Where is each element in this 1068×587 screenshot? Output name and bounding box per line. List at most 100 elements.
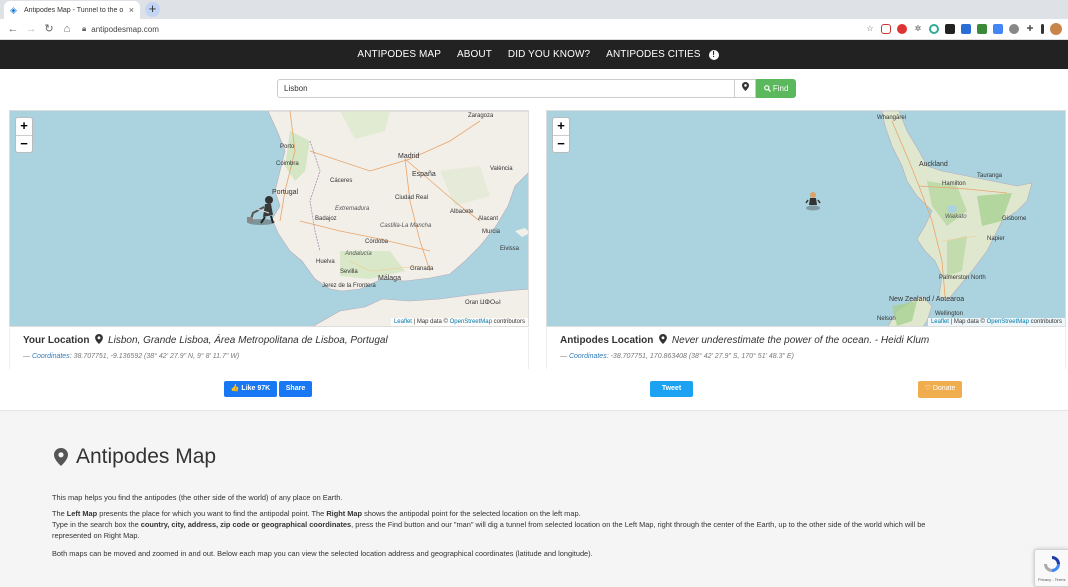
nav-did-you-know[interactable]: DID YOU KNOW? xyxy=(500,49,598,60)
map-label-oran: Oran ⵡⵀⵔⴰⵏ xyxy=(465,300,501,306)
location-search-input[interactable] xyxy=(277,79,735,98)
extension-bar-icon[interactable] xyxy=(1041,24,1044,34)
description-p1: This map helps you find the antipodes (t… xyxy=(52,493,343,502)
nav-antipodes-cities[interactable]: ANTIPODES CITIES xyxy=(598,49,708,60)
profile-avatar[interactable] xyxy=(1050,23,1062,35)
facebook-like-button[interactable]: 👍 Like 97K xyxy=(224,381,277,397)
osm-link[interactable]: OpenStreetMap xyxy=(987,319,1029,325)
map-label-caceres: Cáceres xyxy=(330,178,353,184)
extension-blue-icon[interactable] xyxy=(961,24,971,34)
your-location-line: Your Location Lisbon, Grande Lisboa, Áre… xyxy=(23,334,388,346)
map-label-sevilla: Sevilla xyxy=(340,269,358,275)
extension-translate-icon[interactable] xyxy=(993,24,1003,34)
locate-me-button[interactable] xyxy=(735,79,756,98)
p2-text-e: shows the antipodal point for the select… xyxy=(362,509,581,518)
map-label-auckland: Auckland xyxy=(919,161,948,168)
antipodes-coordinates-link[interactable]: Coordinates xyxy=(569,353,607,360)
extensions-puzzle-icon[interactable]: ✚ xyxy=(1025,24,1035,34)
extension-circle-icon[interactable] xyxy=(929,24,939,34)
map-label-ibiza: Eivissa xyxy=(500,246,520,252)
map-label-castilla: Castilla-La Mancha xyxy=(380,223,432,229)
left-map[interactable]: + − Zaragoza Porto Coimbra Portugal Madr… xyxy=(9,110,529,327)
map-label-extremadura: Extremadura xyxy=(335,206,370,212)
p3-text-a: Type in the search box the xyxy=(52,520,141,529)
adblock-icon[interactable] xyxy=(897,24,907,34)
description-title-text: Antipodes Map xyxy=(76,445,217,468)
address-bar[interactable]: 🔒︎ antipodesmap.com xyxy=(82,21,865,37)
attribution-tail: contributors xyxy=(491,319,525,325)
tab-close-icon[interactable]: × xyxy=(129,5,134,15)
nav-info-icon[interactable]: ! xyxy=(708,49,719,60)
find-label: Find xyxy=(772,84,789,93)
left-map-zoom-control: + − xyxy=(15,117,33,153)
map-label-wellington: Wellington xyxy=(935,311,963,317)
right-map-attribution: Leaflet | Map data © OpenStreetMap contr… xyxy=(927,318,1065,326)
map-label-espana: España xyxy=(412,171,436,178)
antipodes-location-line: Antipodes Location Never underestimate t… xyxy=(560,334,929,346)
site-favicon-icon: ◈ xyxy=(10,5,17,15)
tab-title: Antipodes Map - Tunnel to the o xyxy=(24,6,124,14)
right-zoom-in-button[interactable]: + xyxy=(553,118,569,135)
emerging-man-marker-icon[interactable] xyxy=(805,191,821,211)
right-zoom-out-button[interactable]: − xyxy=(553,135,569,152)
leaflet-link[interactable]: Leaflet xyxy=(394,319,412,325)
tweet-button[interactable]: Tweet xyxy=(650,381,693,397)
coords-dash: — xyxy=(23,353,32,360)
extension-sheet-icon[interactable] xyxy=(977,24,987,34)
nav-about[interactable]: ABOUT xyxy=(449,49,500,60)
extension-square-icon[interactable] xyxy=(945,24,955,34)
site-navbar: ANTIPODES MAP ABOUT DID YOU KNOW? ANTIPO… xyxy=(0,40,1068,69)
extension-gear-icon[interactable]: ✲ xyxy=(913,24,923,34)
antipodes-location-heading: Antipodes Location xyxy=(560,335,654,346)
url-text: antipodesmap.com xyxy=(91,24,159,34)
map-label-hamilton: Hamilton xyxy=(942,181,966,187)
map-label-valencia: València xyxy=(490,166,513,172)
forward-icon[interactable]: → xyxy=(24,22,38,36)
new-zealand-map-tiles xyxy=(547,111,1065,326)
digging-man-marker-icon[interactable] xyxy=(243,195,279,225)
map-label-whangarei: Whangārei xyxy=(877,115,907,121)
description-p3: Type in the search box the country, city… xyxy=(52,519,925,530)
description-title: Antipodes Map xyxy=(54,445,216,469)
nav-antipodes-map[interactable]: ANTIPODES MAP xyxy=(349,49,449,60)
map-marker-icon xyxy=(54,448,68,466)
lock-icon: 🔒︎ xyxy=(82,24,87,33)
your-coordinates-line: — Coordinates: 38.707751, -9.136592 (38°… xyxy=(23,353,239,360)
coords-dash: — xyxy=(560,353,569,360)
leaflet-link[interactable]: Leaflet xyxy=(931,319,949,325)
right-map[interactable]: + − Whangārei Auckland Hamilton Tauranga… xyxy=(546,110,1066,327)
your-coordinates-link[interactable]: Coordinates xyxy=(32,353,70,360)
browser-tab-bar: ◈ Antipodes Map - Tunnel to the o × + xyxy=(0,0,1068,19)
left-zoom-in-button[interactable]: + xyxy=(16,118,32,135)
left-zoom-out-button[interactable]: − xyxy=(16,135,32,152)
extensions-area: ☆ ✲ ✚ xyxy=(865,23,1062,35)
find-button[interactable]: Find xyxy=(756,79,796,98)
browser-toolbar: ← → ↻ ⌂ 🔒︎ antipodesmap.com ☆ ✲ ✚ xyxy=(0,19,1068,40)
new-tab-button[interactable]: + xyxy=(145,2,160,17)
p3-text-c: , press the Find button and our "man" wi… xyxy=(351,520,926,529)
map-label-coimbra: Coimbra xyxy=(276,161,299,167)
bookmark-star-icon[interactable]: ☆ xyxy=(865,24,875,34)
attribution-tail: contributors xyxy=(1028,319,1062,325)
pocket-icon[interactable] xyxy=(881,24,891,34)
antipodes-location-quote: Never underestimate the power of the oce… xyxy=(671,335,930,346)
facebook-share-button[interactable]: Share xyxy=(279,381,312,397)
antipodes-location-panel: Antipodes Location Never underestimate t… xyxy=(546,328,1066,369)
browser-tab[interactable]: ◈ Antipodes Map - Tunnel to the o × xyxy=(4,1,140,19)
extension-grey-icon[interactable] xyxy=(1009,24,1019,34)
map-label-madrid: Madrid xyxy=(398,153,420,160)
reload-icon[interactable]: ↻ xyxy=(42,22,56,36)
antipodes-coordinates-value: : -38.707751, 170.863408 (38° 42' 27.9" … xyxy=(606,353,794,360)
donate-button[interactable]: ♡ Donate xyxy=(918,381,962,398)
your-location-address: Lisbon, Grande Lisboa, Área Metropolitan… xyxy=(108,335,388,346)
map-label-albacete: Albacete xyxy=(450,209,474,215)
map-label-jerez: Jerez de la Frontera xyxy=(322,283,376,289)
home-icon[interactable]: ⌂ xyxy=(60,22,74,36)
map-label-gisborne: Gisborne xyxy=(1002,216,1027,222)
description-p2: The Left Map presents the place for whic… xyxy=(52,508,581,519)
map-label-waikato: Waikato xyxy=(945,214,967,220)
osm-link[interactable]: OpenStreetMap xyxy=(450,319,492,325)
recaptcha-badge[interactable]: Privacy - Terms xyxy=(1034,549,1068,587)
back-icon[interactable]: ← xyxy=(6,22,20,36)
map-marker-icon xyxy=(741,82,749,91)
